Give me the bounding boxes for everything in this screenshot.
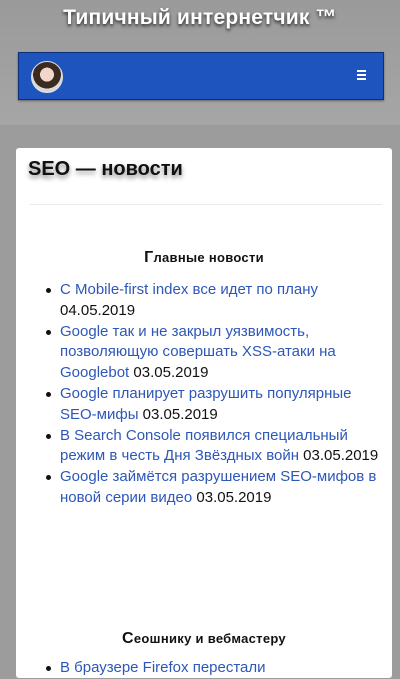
menu-icon[interactable] xyxy=(357,68,371,84)
page-title: SEO — новости xyxy=(28,158,183,180)
section-heading-main-news: Главные новости xyxy=(16,249,392,267)
section-heading-rest: лавные новости xyxy=(153,250,264,266)
list-item: В Search Console появился специальный ре… xyxy=(46,426,386,468)
seo-news-list: В браузере Firefox перестали xyxy=(46,658,386,679)
section-heading-initial: С xyxy=(122,630,134,648)
avatar[interactable] xyxy=(31,61,63,93)
list-item: Google займётся разрушением SEO-мифов в … xyxy=(46,467,386,509)
divider xyxy=(30,204,382,205)
list-item: Google планирует разрушить популярные SE… xyxy=(46,384,386,426)
news-date: 03.05.2019 xyxy=(142,405,218,423)
list-item: В браузере Firefox перестали xyxy=(46,658,386,679)
news-link[interactable]: С Mobile-first index все идет по плану xyxy=(60,281,318,298)
content-card: SEO — новости Главные новости С Mobile-f… xyxy=(16,148,392,678)
section-heading-rest: еошнику и вебмастеру xyxy=(133,631,286,647)
section-heading-seo-webmaster: Сеошнику и вебмастеру xyxy=(16,630,392,648)
list-item: С Mobile-first index все идет по плану 0… xyxy=(46,280,386,322)
news-link[interactable]: В браузере Firefox перестали xyxy=(60,659,266,676)
navbar xyxy=(18,52,384,100)
site-title: Типичный интернетчик ™ xyxy=(63,6,337,29)
news-date: 04.05.2019 xyxy=(60,301,136,319)
main-news-list: С Mobile-first index все идет по плану 0… xyxy=(46,280,386,509)
news-date: 03.05.2019 xyxy=(196,488,272,506)
news-date: 03.05.2019 xyxy=(303,447,379,465)
news-date: 03.05.2019 xyxy=(133,364,209,382)
list-item: Google так и не закрыл уязвимость, позво… xyxy=(46,322,386,384)
